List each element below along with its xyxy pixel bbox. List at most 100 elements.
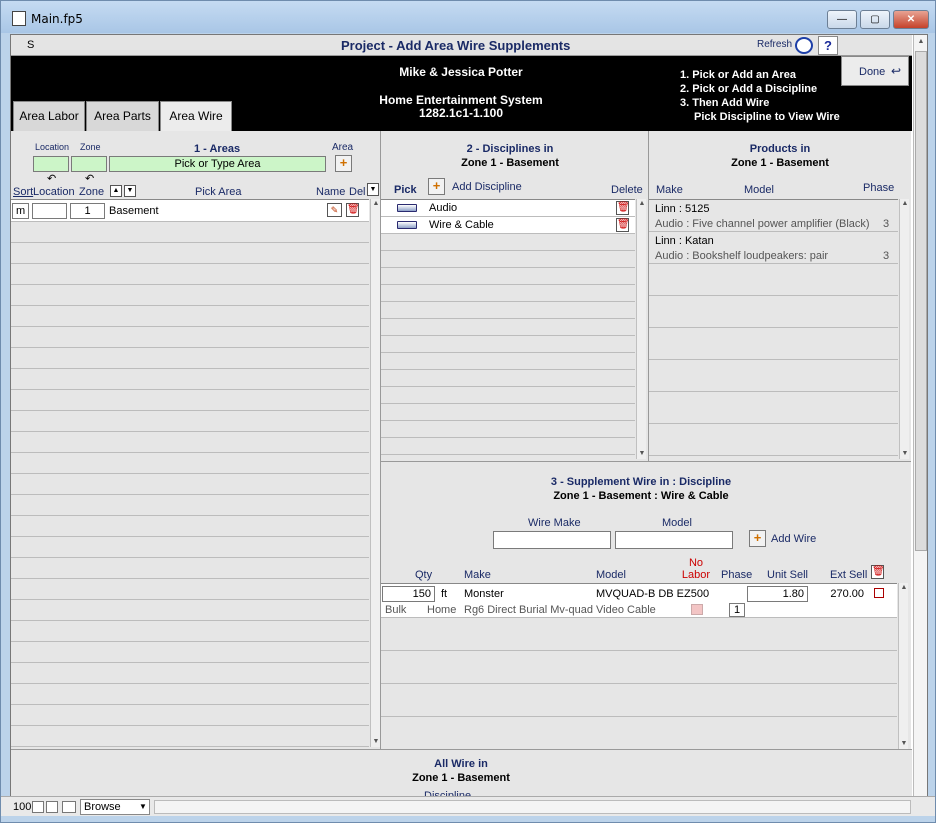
add-wire-button[interactable]: Add Wire <box>771 533 816 545</box>
pick-area-input[interactable]: Pick or Type Area <box>109 156 326 172</box>
disciplines-subtitle: Zone 1 - Basement <box>461 157 559 169</box>
close-button[interactable]: ✕ <box>893 10 929 29</box>
help-button[interactable]: ? <box>818 36 838 55</box>
scroll-down-icon[interactable]: ▼ <box>371 737 381 747</box>
del-menu-icon[interactable]: ▼ <box>367 183 379 196</box>
area-label: Area <box>332 142 354 153</box>
scroll-up-icon[interactable]: ▲ <box>916 37 926 47</box>
discipline-row-empty <box>381 387 635 404</box>
zone-sort-icon[interactable]: ↶ <box>85 172 94 185</box>
scroll-down-icon[interactable]: ▼ <box>899 739 909 749</box>
pick-pencil-icon[interactable] <box>397 221 417 229</box>
minimize-button[interactable]: — <box>827 10 857 29</box>
areas-scrollbar[interactable]: ▲ ▼ <box>370 199 380 747</box>
discipline-name[interactable]: Audio <box>429 202 457 214</box>
col-unit-sell: Unit Sell <box>767 569 808 581</box>
location-input[interactable] <box>33 156 69 172</box>
product-row[interactable]: Linn : Katan Audio : Bookshelf loudpeake… <box>649 232 898 264</box>
refresh-icon[interactable] <box>795 37 813 54</box>
mode-value: Browse <box>84 801 121 813</box>
discipline-row-empty <box>381 285 635 302</box>
product-row-empty <box>649 296 898 328</box>
location-sort-icon[interactable]: ↶ <box>47 172 56 185</box>
area-row-empty <box>11 621 369 642</box>
status-bar: 100 Browse ▼ <box>1 796 935 816</box>
zoom-level[interactable]: 100 <box>13 801 31 813</box>
product-row-empty <box>649 424 898 456</box>
wire-qty-field[interactable]: 150 <box>382 586 435 602</box>
add-wire-icon[interactable]: + <box>749 530 766 547</box>
add-area-button[interactable]: + <box>335 155 352 172</box>
scroll-up-icon[interactable]: ▲ <box>899 583 909 593</box>
delete-all-wire-icon[interactable]: 🗑 <box>871 565 885 579</box>
title-bar: Main.fp5 — ▢ ✕ <box>1 1 935 33</box>
discipline-row-empty <box>381 336 635 353</box>
col-sort[interactable]: Sort <box>13 186 33 198</box>
supplement-wire-panel: 3 - Supplement Wire in : Discipline Zone… <box>381 461 911 750</box>
sort-down-icon[interactable]: ▼ <box>124 185 136 197</box>
disciplines-list: Audio 🗑 Wire & Cable 🗑 <box>381 199 635 459</box>
wire-scrollbar[interactable]: ▲ ▼ <box>898 583 908 749</box>
col-location: Location <box>33 186 75 198</box>
wire-make-input[interactable] <box>493 531 611 549</box>
page-scrollbar[interactable]: ▲ ▼ <box>913 35 927 815</box>
zone-input[interactable] <box>71 156 107 172</box>
zoom-in-icon[interactable] <box>46 801 58 813</box>
zoom-out-icon[interactable] <box>32 801 44 813</box>
wire-delete-checkbox[interactable] <box>874 588 884 598</box>
area-sort-field[interactable]: m <box>12 203 29 219</box>
area-name[interactable]: Basement <box>109 205 159 217</box>
area-location-field[interactable] <box>32 203 67 219</box>
discipline-row[interactable]: Audio 🗑 <box>381 200 635 217</box>
add-discipline-icon[interactable]: + <box>428 178 445 195</box>
scroll-up-icon[interactable]: ▲ <box>371 199 381 209</box>
wire-unit-sell-field[interactable]: 1.80 <box>747 586 808 602</box>
add-discipline-button[interactable]: Add Discipline <box>452 181 522 193</box>
discipline-row-empty <box>381 251 635 268</box>
zone-label: Zone <box>80 142 101 152</box>
wire-model-input[interactable] <box>615 531 733 549</box>
discipline-name[interactable]: Wire & Cable <box>429 219 494 231</box>
scroll-down-icon[interactable]: ▼ <box>637 449 647 459</box>
horizontal-scrollbar[interactable] <box>154 800 911 814</box>
area-row-empty <box>11 579 369 600</box>
products-scrollbar[interactable]: ▲ ▼ <box>899 199 909 459</box>
supplement-subtitle: Zone 1 - Basement : Wire & Cable <box>553 490 729 502</box>
discipline-row[interactable]: Wire & Cable 🗑 <box>381 217 635 234</box>
pick-pencil-icon[interactable] <box>397 204 417 212</box>
area-row-empty <box>11 369 369 390</box>
tab-area-labor[interactable]: Area Labor <box>13 101 85 132</box>
area-zone-field[interactable]: 1 <box>70 203 105 219</box>
delete-area-icon[interactable]: 🗑 <box>346 203 360 217</box>
discipline-row-empty <box>381 421 635 438</box>
scroll-up-icon[interactable]: ▲ <box>637 199 647 209</box>
status-toggle-icon[interactable] <box>62 801 76 813</box>
refresh-button[interactable]: Refresh <box>757 39 792 50</box>
edit-area-icon[interactable]: ✎ <box>327 203 342 217</box>
layout-content: S Project - Add Area Wire Supplements Re… <box>10 34 928 816</box>
scroll-thumb[interactable] <box>915 51 927 551</box>
maximize-button[interactable]: ▢ <box>860 10 890 29</box>
area-row-empty <box>11 243 369 264</box>
area-row[interactable]: m 1 Basement ✎ 🗑 <box>11 200 369 222</box>
location-label: Location <box>35 142 70 152</box>
area-row-empty <box>11 495 369 516</box>
product-row[interactable]: Linn : 5125 Audio : Five channel power a… <box>649 200 898 232</box>
scroll-down-icon[interactable]: ▼ <box>900 449 910 459</box>
no-labor-checkbox[interactable] <box>691 604 703 615</box>
step-2: 2. Pick or Add a Discipline <box>680 83 818 95</box>
delete-discipline-icon[interactable]: 🗑 <box>616 201 630 215</box>
area-row-empty <box>11 600 369 621</box>
scroll-up-icon[interactable]: ▲ <box>900 199 910 209</box>
tab-area-parts[interactable]: Area Parts <box>86 101 159 132</box>
wire-row[interactable]: 150 ft Monster MVQUAD-B DB EZ500 1.80 27… <box>381 584 897 618</box>
delete-discipline-icon[interactable]: 🗑 <box>616 218 630 232</box>
done-button[interactable]: Done ↩ <box>841 56 909 86</box>
project-name: Home Entertainment System <box>379 93 543 107</box>
wire-phase-field[interactable]: 1 <box>729 603 745 617</box>
tab-area-wire[interactable]: Area Wire <box>160 101 232 133</box>
sort-up-icon[interactable]: ▲ <box>110 185 122 197</box>
discipline-row-empty <box>381 370 635 387</box>
disciplines-scrollbar[interactable]: ▲ ▼ <box>636 199 646 459</box>
mode-select[interactable]: Browse ▼ <box>80 799 150 815</box>
